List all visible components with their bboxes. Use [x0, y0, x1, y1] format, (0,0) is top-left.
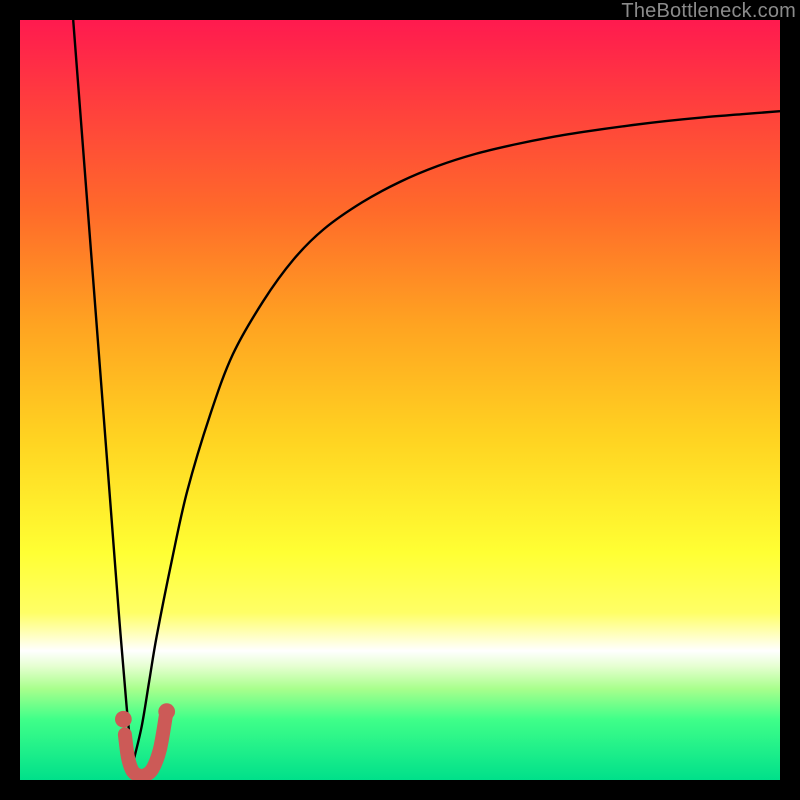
outer-frame: TheBottleneck.com: [0, 0, 800, 800]
plot-area: [20, 20, 780, 780]
series-left-branch: [73, 20, 132, 765]
series-right-branch: [132, 111, 780, 765]
watermark-text: TheBottleneck.com: [621, 0, 796, 23]
marker-dot-left: [115, 711, 132, 728]
marker-dot-bottom: [158, 703, 175, 720]
chart-svg: [20, 20, 780, 780]
series-bottom-hook: [125, 715, 166, 776]
series-group: [73, 20, 780, 776]
